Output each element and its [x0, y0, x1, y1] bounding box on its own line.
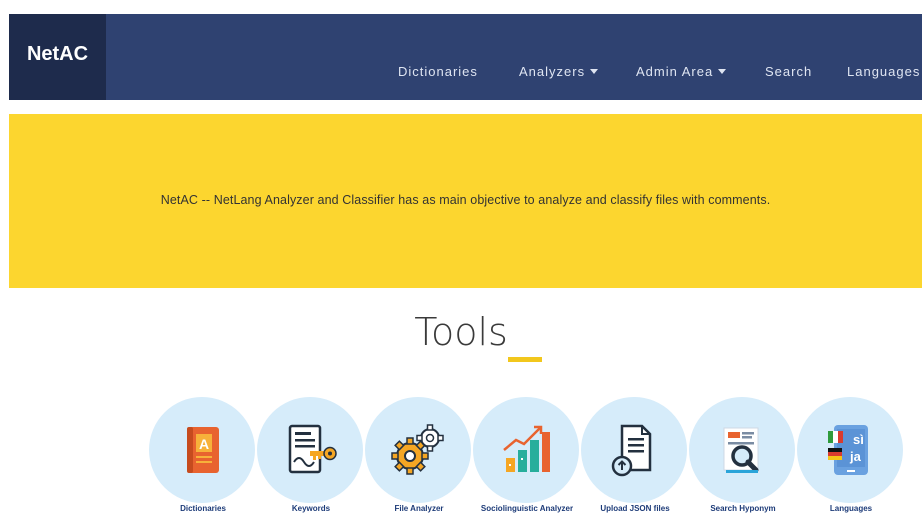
nav-languages-label: Languages: [847, 64, 921, 79]
caret-down-icon: [590, 69, 599, 74]
tool-circle: [473, 397, 579, 503]
tool-circle: [365, 397, 471, 503]
upload-document-icon: [611, 424, 652, 477]
nav-analyzers-label: Analyzers: [519, 64, 586, 79]
tool-circle: [581, 397, 687, 503]
tool-sociolinguistic-analyzer[interactable]: Sociolinguistic Analyzer: [473, 397, 581, 514]
document-key-icon: [288, 424, 337, 474]
svg-text:ja: ja: [849, 449, 862, 464]
banner-description: NetAC -- NetLang Analyzer and Classifier…: [160, 193, 771, 207]
tool-search-hyponym[interactable]: Search Hyponym: [689, 397, 797, 514]
nav-search[interactable]: Search: [765, 64, 812, 79]
svg-text:A: A: [199, 436, 209, 452]
top-navbar: NetAC Dictionaries Analyzers Admin Area …: [9, 14, 922, 100]
tools-heading: Tools: [414, 310, 508, 354]
gears-icon: [391, 424, 444, 475]
tool-languages[interactable]: sì ja Languages: [797, 397, 905, 514]
nav-analyzers-dropdown[interactable]: Analyzers: [519, 64, 599, 79]
nav-admin-area-label: Admin Area: [636, 64, 714, 79]
language-tablet-icon: sì ja: [828, 425, 868, 475]
nav-dictionaries[interactable]: Dictionaries: [398, 64, 478, 79]
svg-text:sì: sì: [853, 432, 864, 447]
tools-heading-underline: [508, 357, 542, 362]
nav-languages[interactable]: Languages: [847, 64, 920, 79]
hero-banner: NetAC -- NetLang Analyzer and Classifier…: [9, 114, 922, 288]
tool-circle: A: [149, 397, 255, 503]
main-menu: Dictionaries Analyzers Admin Area Search…: [9, 64, 922, 84]
tool-keywords[interactable]: Keywords: [257, 397, 365, 514]
book-icon: A: [187, 427, 219, 473]
nav-dictionaries-label: Dictionaries: [398, 64, 478, 79]
brand-logo[interactable]: NetAC: [9, 14, 106, 100]
tool-dictionaries[interactable]: A Dictionaries: [149, 397, 257, 514]
magnifier-document-icon: [723, 427, 759, 473]
bar-chart-icon: [503, 425, 550, 472]
tool-circle: [689, 397, 795, 503]
tool-circle: [257, 397, 363, 503]
nav-admin-area-dropdown[interactable]: Admin Area: [636, 64, 727, 79]
tool-circle: sì ja: [797, 397, 903, 503]
tool-file-analyzer[interactable]: File Analyzer: [365, 397, 473, 514]
nav-search-label: Search: [765, 64, 813, 79]
tool-upload-json-files[interactable]: Upload JSON files: [581, 397, 689, 514]
caret-down-icon: [718, 69, 727, 74]
tool-label: Languages: [829, 504, 873, 513]
